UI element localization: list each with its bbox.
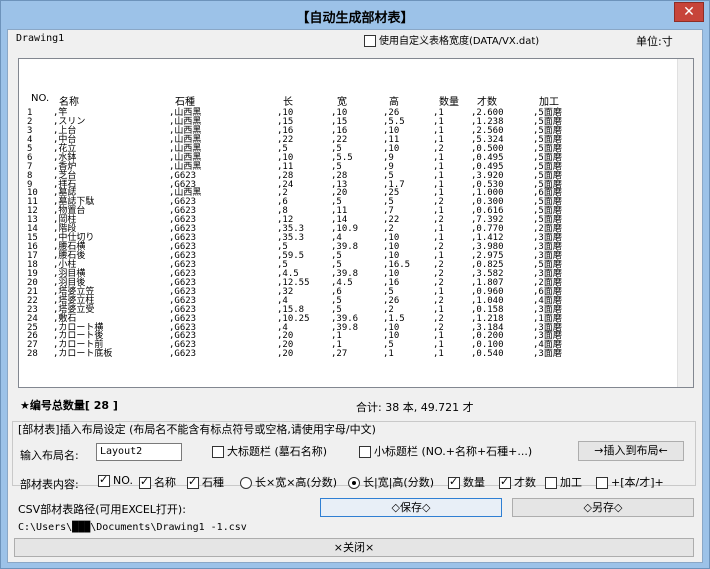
table-row[interactable]: 14 ,階段 ,G623,35.3,10.9,2,1,0.770,2面磨 bbox=[19, 225, 679, 234]
dialog-client: Drawing1 使用自定义表格宽度(DATA/VX.dat) 单位:寸 NO.… bbox=[7, 29, 703, 563]
custom-width-label: 使用自定义表格宽度(DATA/VX.dat) bbox=[379, 36, 540, 47]
parts-list[interactable]: NO. 名称 石種 长 宽 高 数量 才数 加工 1 ,竿 ,山西黑 ,10,10,26,1,2.60… bbox=[18, 58, 694, 388]
option-stone[interactable]: 石種 bbox=[187, 474, 224, 490]
column-header: 高 bbox=[389, 97, 399, 108]
large-title-label: 大标题栏 (墓石名称) bbox=[227, 445, 328, 458]
table-cell: ,G623 bbox=[169, 349, 197, 360]
content-options-label: 部材表内容: bbox=[20, 478, 79, 491]
table-row[interactable]: 3 ,上台 ,山西黑 ,16,16,10,1,2.560,5面磨 bbox=[19, 126, 679, 136]
table-cell: ,1 bbox=[433, 349, 444, 360]
drawing-name: Drawing1 bbox=[16, 33, 65, 44]
column-header: 名称 bbox=[59, 97, 79, 108]
table-row[interactable]: 10 ,墓誌 ,山西黑 ,2,20,25,1,1.000,6面磨 bbox=[19, 189, 679, 198]
option-sai[interactable]: 才数 bbox=[499, 474, 536, 490]
total-count: ★编号总数量[ 28 ] bbox=[20, 399, 118, 412]
small-title-checkbox[interactable] bbox=[359, 446, 371, 458]
table-row[interactable]: 2 ,スリン ,山西黑 ,15,15,5.5,1,1.238,5面磨 bbox=[19, 117, 679, 127]
option-name[interactable]: 名称 bbox=[139, 474, 176, 490]
table-row[interactable]: 4 ,中台 ,山西黑 ,22,22,11,1,5.324,5面磨 bbox=[19, 135, 679, 145]
radio-a-label: 长×宽×高(分数) bbox=[255, 476, 338, 489]
column-header: NO. bbox=[31, 93, 50, 104]
table-row[interactable]: 16 ,腰石横 ,G623,5,39.8,10,2,3.980,3面磨 bbox=[19, 243, 679, 252]
large-title-option[interactable]: 大标题栏 (墓石名称) bbox=[212, 443, 327, 459]
column-header: 石種 bbox=[175, 97, 195, 108]
save-button[interactable]: ◇保存◇ bbox=[320, 498, 502, 517]
totals: 合计: 38 本, 49.721 才 bbox=[356, 401, 474, 414]
table-row[interactable]: 25 ,カロート横 ,G623,4,39.8,10,2,3.184,3面磨 bbox=[19, 323, 679, 333]
option-extra[interactable]: +[本/才]+ bbox=[596, 474, 664, 490]
custom-width-checkbox[interactable] bbox=[364, 35, 376, 47]
process-label: 加工 bbox=[560, 476, 582, 489]
table-row[interactable]: 11 ,墓誌下駄 ,G623,6,5,5,2,0.300,5面磨 bbox=[19, 198, 679, 207]
list-rows: 1 ,竿 ,山西黑 ,10,10,26,1,2.600,5面磨 2 ,スリン ,山西黑 ,15… bbox=[19, 109, 679, 359]
dialog-window: 【自动生成部材表】 ✕ Drawing1 使用自定义表格宽度(DATA/VX.d… bbox=[0, 0, 710, 569]
layout-settings-heading: [部材表]插入布局设定 (布局名不能含有标点符号或空格,请使用字母/中文) bbox=[18, 423, 376, 436]
csv-path-label: CSV部材表路径(可用EXCEL打开): bbox=[18, 503, 186, 516]
table-cell: 28 bbox=[27, 349, 38, 360]
process-checkbox[interactable] bbox=[545, 477, 557, 489]
name-checkbox[interactable] bbox=[139, 475, 151, 489]
stone-label: 石種 bbox=[202, 476, 224, 489]
unit-label: 单位:寸 bbox=[636, 35, 673, 48]
option-radio-b[interactable]: 长|宽|高(分数) bbox=[348, 474, 434, 490]
table-row[interactable]: 20 ,羽目後 ,G623,12.55,4.5,16,2,1.807,2面磨 bbox=[19, 278, 679, 288]
small-title-option[interactable]: 小标题栏 (NO.+名称+石種+...) bbox=[359, 443, 532, 459]
name-label: 名称 bbox=[154, 476, 176, 489]
custom-width-option[interactable]: 使用自定义表格宽度(DATA/VX.dat) bbox=[364, 32, 539, 47]
table-cell: ,27 bbox=[331, 349, 348, 360]
table-row[interactable]: 6 ,水鉢 ,山西黑 ,10,5.5,9,1,0.495,5面磨 bbox=[19, 153, 679, 163]
option-process[interactable]: 加工 bbox=[545, 474, 582, 490]
csv-path: C:\Users\███\Documents\Drawing1 -1.csv bbox=[18, 522, 247, 533]
column-header: 长 bbox=[283, 97, 293, 108]
table-row[interactable]: 9 ,拝石 ,G623,24,13,1.7,1,0.530,5面磨 bbox=[19, 180, 679, 190]
list-header: NO. 名称 石種 长 宽 高 数量 才数 加工 bbox=[19, 93, 679, 108]
option-radio-a[interactable]: 长×宽×高(分数) bbox=[240, 474, 337, 490]
radio-b-label: 长|宽|高(分数) bbox=[363, 476, 434, 489]
column-header: 才数 bbox=[477, 97, 497, 108]
table-cell: ,3面磨 bbox=[533, 349, 562, 360]
large-title-checkbox[interactable] bbox=[212, 446, 224, 458]
radio-b[interactable] bbox=[348, 477, 360, 489]
table-row[interactable]: 22 ,塔婆立柱 ,G623,4,5,26,2,1.040,4面磨 bbox=[19, 296, 679, 306]
table-row[interactable]: 21 ,塔婆立笠 ,G623,32,6,5,1,0.960,6面磨 bbox=[19, 287, 679, 297]
dialog-close-button[interactable]: ×关闭× bbox=[14, 538, 694, 557]
qty-checkbox[interactable] bbox=[448, 475, 460, 489]
window-title: 【自动生成部材表】 bbox=[296, 11, 414, 26]
column-header: 宽 bbox=[337, 97, 347, 108]
table-row[interactable]: 28 ,カロート底板 ,G623 ,20 ,27 ,1 ,1 ,0.540 ,3面磨 bbox=[19, 350, 679, 359]
table-row[interactable]: 17 ,腰石後 ,G623,59.5,5,10,1,2.975,3面磨 bbox=[19, 252, 679, 261]
column-header: 数量 bbox=[439, 97, 459, 108]
small-title-label: 小标题栏 (NO.+名称+石種+...) bbox=[374, 445, 533, 458]
layout-name-input[interactable]: Layout2 bbox=[96, 443, 182, 461]
table-row[interactable]: 8 ,芝台 ,G623,28,28,5,1,3.920,5面磨 bbox=[19, 171, 679, 181]
title-bar: 【自动生成部材表】 ✕ bbox=[1, 1, 709, 29]
radio-a[interactable] bbox=[240, 477, 252, 489]
option-no[interactable]: NO. bbox=[98, 473, 133, 487]
insert-layout-button[interactable]: →插入到布局← bbox=[578, 441, 684, 461]
extra-label: +[本/才]+ bbox=[611, 476, 664, 489]
table-cell: ,1 bbox=[383, 349, 394, 360]
list-scrollbar[interactable] bbox=[677, 59, 693, 387]
no-label: NO. bbox=[113, 474, 133, 487]
table-row[interactable]: 12 ,物置台 ,G623,8,11,7,1,0.616,5面磨 bbox=[19, 207, 679, 216]
option-qty[interactable]: 数量 bbox=[448, 474, 485, 490]
qty-label: 数量 bbox=[463, 476, 485, 489]
sai-checkbox[interactable] bbox=[499, 475, 511, 489]
table-row[interactable]: 1 ,竿 ,山西黑 ,10,10,26,1,2.600,5面磨 bbox=[19, 109, 679, 118]
save-as-button[interactable]: ◇另存◇ bbox=[512, 498, 694, 517]
sai-label: 才数 bbox=[514, 476, 536, 489]
extra-checkbox[interactable] bbox=[596, 477, 608, 489]
table-cell: ,カロート底板 bbox=[53, 349, 113, 360]
column-header: 加工 bbox=[539, 97, 559, 108]
table-row[interactable]: 26 ,カロート後 ,G623,20,1,10,1,0.200,3面磨 bbox=[19, 332, 679, 341]
table-cell: ,0.540 bbox=[471, 349, 504, 360]
no-checkbox[interactable] bbox=[98, 473, 110, 487]
table-cell: ,20 bbox=[277, 349, 294, 360]
table-row[interactable]: 27 ,カロート前 ,G623,20,1,5,1,0.100,4面磨 bbox=[19, 341, 679, 350]
window-close-button[interactable]: ✕ bbox=[674, 2, 704, 22]
table-row[interactable]: 7 ,香炉 ,山西黑 ,11,5,9,1,0.495,5面磨 bbox=[19, 162, 679, 172]
stone-checkbox[interactable] bbox=[187, 475, 199, 489]
layout-name-label: 输入布局名: bbox=[20, 449, 79, 462]
